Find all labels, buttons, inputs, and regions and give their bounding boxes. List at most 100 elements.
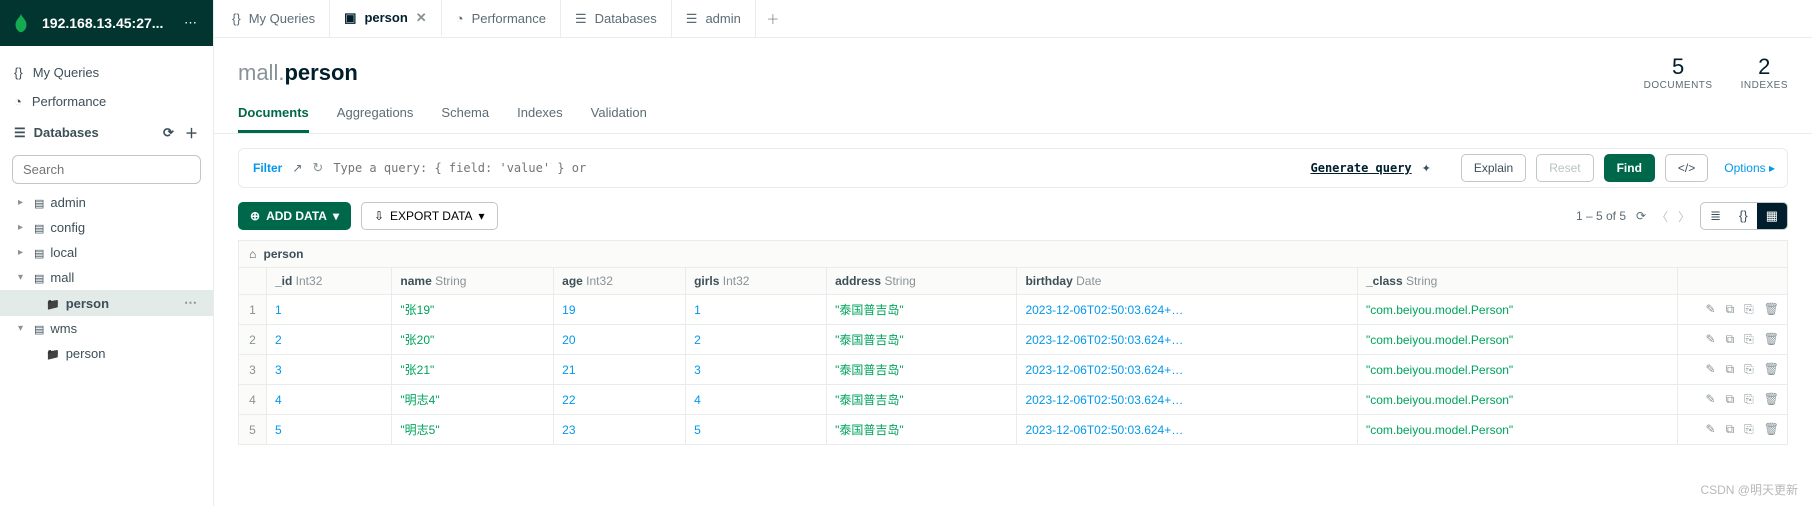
new-tab-button[interactable]: ＋ xyxy=(756,0,790,37)
delete-icon[interactable]: 🗑 xyxy=(1764,392,1779,407)
col-girls[interactable]: girls Int32 xyxy=(686,268,827,295)
table-row[interactable]: 44"明志4"224"泰国普吉岛"2023-12-06T02:50:03.624… xyxy=(239,385,1788,415)
cell-birthday[interactable]: 2023-12-06T02:50:03.624+… xyxy=(1017,355,1358,385)
close-icon[interactable]: ✕ xyxy=(416,10,427,26)
cell-_class[interactable]: "com.beiyou.model.Person" xyxy=(1357,415,1677,445)
cell-birthday[interactable]: 2023-12-06T02:50:03.624+… xyxy=(1017,325,1358,355)
refresh-icon[interactable]: ⟳ xyxy=(1636,209,1646,223)
cell-_id[interactable]: 4 xyxy=(267,385,392,415)
cell-birthday[interactable]: 2023-12-06T02:50:03.624+… xyxy=(1017,385,1358,415)
clone-icon[interactable]: ⎘ xyxy=(1744,332,1754,347)
clone-icon[interactable]: ⎘ xyxy=(1744,422,1754,437)
subtab-validation[interactable]: Validation xyxy=(591,105,647,133)
table-row[interactable]: 55"明志5"235"泰国普吉岛"2023-12-06T02:50:03.624… xyxy=(239,415,1788,445)
tree-db-mall[interactable]: ▾mall xyxy=(0,265,213,290)
tree-db-config[interactable]: ▸config xyxy=(0,215,213,240)
col-address[interactable]: address String xyxy=(827,268,1017,295)
clone-icon[interactable]: ⎘ xyxy=(1744,302,1754,317)
copy-icon[interactable]: ⧉ xyxy=(1726,362,1735,377)
tree-coll-person[interactable]: person xyxy=(0,341,213,366)
cell-_id[interactable]: 3 xyxy=(267,355,392,385)
filter-input[interactable] xyxy=(333,161,1300,175)
copy-icon[interactable]: ⧉ xyxy=(1726,332,1735,347)
cell-address[interactable]: "泰国普吉岛" xyxy=(827,295,1017,325)
subtab-aggregations[interactable]: Aggregations xyxy=(337,105,414,133)
col-birthday[interactable]: birthday Date xyxy=(1017,268,1358,295)
cell-_class[interactable]: "com.beiyou.model.Person" xyxy=(1357,355,1677,385)
cell-_id[interactable]: 5 xyxy=(267,415,392,445)
cell-name[interactable]: "张21" xyxy=(392,355,554,385)
explain-button[interactable]: Explain xyxy=(1461,154,1526,182)
clone-icon[interactable]: ⎘ xyxy=(1744,392,1754,407)
table-row[interactable]: 11"张19"191"泰国普吉岛"2023-12-06T02:50:03.624… xyxy=(239,295,1788,325)
edit-icon[interactable]: ✎ xyxy=(1706,422,1716,437)
clone-icon[interactable]: ⎘ xyxy=(1744,362,1754,377)
code-toggle-button[interactable]: </> xyxy=(1665,154,1708,182)
tab-person[interactable]: ▣person✕ xyxy=(330,0,442,37)
find-button[interactable]: Find xyxy=(1604,154,1655,182)
col-_class[interactable]: _class String xyxy=(1357,268,1677,295)
filter-popout-icon[interactable]: ↗ xyxy=(292,161,302,175)
breadcrumb-db[interactable]: mall xyxy=(238,60,278,85)
cell-address[interactable]: "泰国普吉岛" xyxy=(827,355,1017,385)
tab-admin[interactable]: ☰admin xyxy=(672,0,756,37)
tab-performance[interactable]: ◔Performance xyxy=(442,0,561,37)
cell-address[interactable]: "泰国普吉岛" xyxy=(827,325,1017,355)
cell-girls[interactable]: 4 xyxy=(686,385,827,415)
col-age[interactable]: age Int32 xyxy=(554,268,686,295)
copy-icon[interactable]: ⧉ xyxy=(1726,392,1735,407)
cell-girls[interactable]: 1 xyxy=(686,295,827,325)
cell-age[interactable]: 21 xyxy=(554,355,686,385)
more-icon[interactable]: ⋯ xyxy=(184,295,203,311)
edit-icon[interactable]: ✎ xyxy=(1706,392,1716,407)
cell-_id[interactable]: 2 xyxy=(267,325,392,355)
cell-birthday[interactable]: 2023-12-06T02:50:03.624+… xyxy=(1017,415,1358,445)
cell-address[interactable]: "泰国普吉岛" xyxy=(827,415,1017,445)
delete-icon[interactable]: 🗑 xyxy=(1764,362,1779,377)
options-link[interactable]: Options ▸ xyxy=(1718,161,1781,175)
export-data-button[interactable]: ⇩ EXPORT DATA ▾ xyxy=(361,202,498,230)
copy-icon[interactable]: ⧉ xyxy=(1726,302,1735,317)
delete-icon[interactable]: 🗑 xyxy=(1764,302,1779,317)
cell-birthday[interactable]: 2023-12-06T02:50:03.624+… xyxy=(1017,295,1358,325)
sidebar-performance[interactable]: ◔ Performance xyxy=(0,87,213,116)
subtab-indexes[interactable]: Indexes xyxy=(517,105,563,133)
cell-name[interactable]: "张19" xyxy=(392,295,554,325)
prev-page-icon[interactable]: 〈 xyxy=(1656,208,1668,225)
generate-query-link[interactable]: Generate query xyxy=(1311,161,1412,175)
view-table-button[interactable]: ▦ xyxy=(1757,203,1787,229)
cell-name[interactable]: "明志5" xyxy=(392,415,554,445)
reset-button[interactable]: Reset xyxy=(1536,154,1593,182)
cell-girls[interactable]: 2 xyxy=(686,325,827,355)
refresh-icon[interactable]: ⟳ xyxy=(163,125,177,141)
view-list-button[interactable]: ≣ xyxy=(1701,203,1730,229)
cell-_class[interactable]: "com.beiyou.model.Person" xyxy=(1357,385,1677,415)
cell-age[interactable]: 22 xyxy=(554,385,686,415)
tree-db-wms[interactable]: ▾wms xyxy=(0,316,213,341)
cell-_class[interactable]: "com.beiyou.model.Person" xyxy=(1357,325,1677,355)
sidebar-my-queries[interactable]: {} My Queries xyxy=(0,58,213,87)
cell-girls[interactable]: 5 xyxy=(686,415,827,445)
cell-age[interactable]: 19 xyxy=(554,295,686,325)
table-row[interactable]: 22"张20"202"泰国普吉岛"2023-12-06T02:50:03.624… xyxy=(239,325,1788,355)
cell-age[interactable]: 20 xyxy=(554,325,686,355)
delete-icon[interactable]: 🗑 xyxy=(1764,332,1779,347)
subtab-documents[interactable]: Documents xyxy=(238,105,309,133)
host-menu-icon[interactable]: ⋯ xyxy=(178,15,203,31)
tree-coll-person[interactable]: person⋯ xyxy=(0,290,213,316)
cell-name[interactable]: "明志4" xyxy=(392,385,554,415)
cell-_id[interactable]: 1 xyxy=(267,295,392,325)
subtab-schema[interactable]: Schema xyxy=(441,105,489,133)
sidebar-search-input[interactable] xyxy=(12,155,201,184)
cell-age[interactable]: 23 xyxy=(554,415,686,445)
history-icon[interactable]: ↻ xyxy=(312,160,323,176)
next-page-icon[interactable]: 〉 xyxy=(1678,208,1690,225)
tab-databases[interactable]: ☰Databases xyxy=(561,0,672,37)
tree-db-local[interactable]: ▸local xyxy=(0,240,213,265)
cell-name[interactable]: "张20" xyxy=(392,325,554,355)
col-_id[interactable]: _id Int32 xyxy=(267,268,392,295)
cell-_class[interactable]: "com.beiyou.model.Person" xyxy=(1357,295,1677,325)
cell-address[interactable]: "泰国普吉岛" xyxy=(827,385,1017,415)
cell-girls[interactable]: 3 xyxy=(686,355,827,385)
edit-icon[interactable]: ✎ xyxy=(1706,362,1716,377)
